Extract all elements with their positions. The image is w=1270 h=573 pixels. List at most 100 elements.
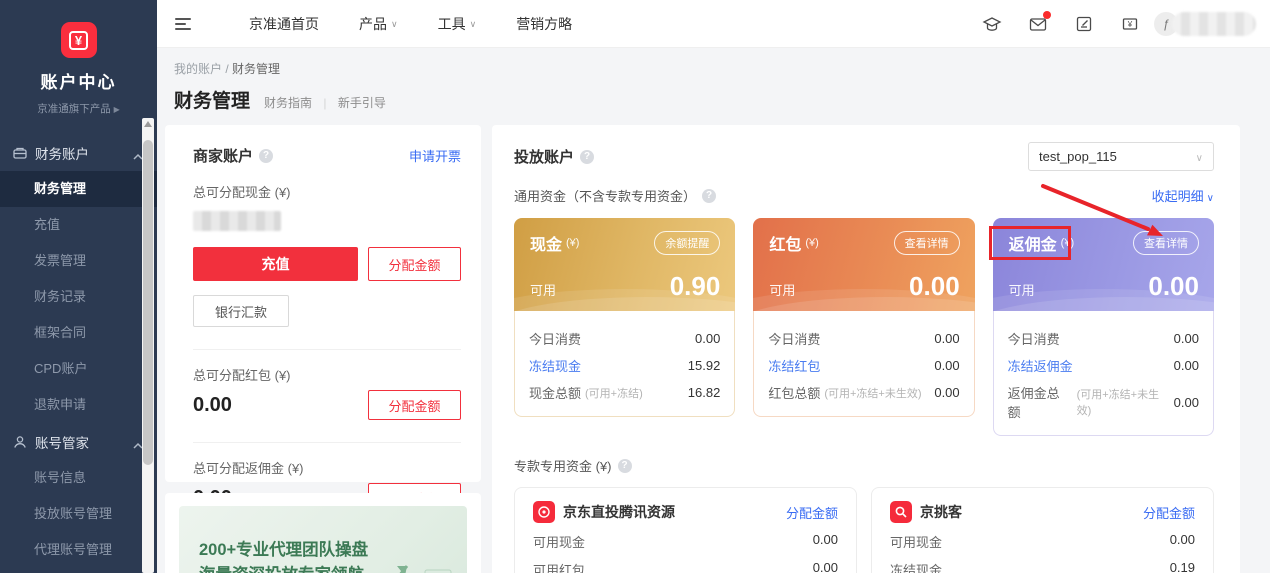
request-invoice-link[interactable]: 申请开票: [409, 146, 461, 165]
person-icon: [12, 434, 28, 450]
allocatable-cash-label: 总可分配现金 (¥): [193, 182, 461, 201]
view-details-button[interactable]: 查看详情: [894, 231, 960, 255]
merchant-account-title: 商家账户: [193, 145, 253, 166]
redpacket-fund-card: 红包 (¥) 查看详情 可用 0.00 今日消费0.00: [753, 218, 974, 436]
special-card-title: 京东直投腾讯资源: [563, 502, 786, 522]
allocate-cash-button[interactable]: 分配金额: [368, 247, 461, 281]
allocatable-redpacket-label: 总可分配红包 (¥): [193, 365, 461, 384]
cash-available-value: 0.90: [670, 271, 721, 302]
collapse-detail-link[interactable]: 收起明细: [1152, 186, 1214, 205]
balance-alert-button[interactable]: 余额提醒: [654, 231, 720, 255]
target-icon: [533, 501, 555, 523]
sidebar-item-finance-management[interactable]: 财务管理: [0, 171, 157, 207]
view-details-button[interactable]: 查看详情: [1133, 231, 1199, 255]
special-funds-label: 专款专用资金 (¥): [514, 456, 612, 475]
sidebar: ¥ 账户中心 京准通旗下产品 ▶ 财务账户 财务管理 充值 发票管理 财务记录 …: [0, 0, 157, 573]
help-icon[interactable]: [702, 189, 716, 203]
agent-promo-card: 200+专业代理团队操盘 海量资深投放专家领航 京牌代理助力您生意增长 投放无忧: [165, 493, 481, 573]
graduation-cap-icon[interactable]: [982, 14, 1002, 34]
beginner-guide-link[interactable]: 新手引导: [338, 96, 386, 110]
sidebar-item-account-authorization[interactable]: 账号授权: [0, 568, 157, 573]
allocate-amount-link[interactable]: 分配金额: [786, 503, 838, 522]
redpacket-card-title: 红包: [769, 231, 801, 255]
merchant-account-panel: 商家账户 申请开票 总可分配现金 (¥) 充值 分配金额 银行汇款 总可分配红包…: [165, 125, 481, 482]
triangle-right-icon: ▶: [114, 105, 120, 114]
sidebar-group-label: 账号管家: [35, 432, 133, 452]
menu-item-tools[interactable]: 工具∨: [438, 14, 477, 34]
user-account-menu[interactable]: ƒ: [1154, 12, 1256, 36]
sidebar-item-invoice-management[interactable]: 发票管理: [0, 243, 157, 279]
scroll-up-arrow-icon[interactable]: [144, 121, 152, 127]
sidebar-item-ad-account-management[interactable]: 投放账号管理: [0, 496, 157, 532]
magnifier-icon: [890, 501, 912, 523]
recharge-button[interactable]: 充值: [193, 247, 358, 281]
menu-item-marketing-strategy[interactable]: 营销方略: [516, 14, 572, 34]
unread-badge: [1043, 11, 1051, 19]
page-title: 财务管理: [174, 86, 250, 113]
svg-text:¥: ¥: [1127, 20, 1133, 29]
breadcrumb: 我的账户 / 财务管理: [165, 60, 1240, 77]
sidebar-group-account-manager[interactable]: 账号管家: [0, 423, 157, 460]
wallet-icon: [12, 145, 28, 161]
frozen-cash-link[interactable]: 冻结现金: [529, 356, 581, 375]
sidebar-item-finance-records[interactable]: 财务记录: [0, 279, 157, 315]
account-select-dropdown[interactable]: test_pop_115: [1028, 142, 1214, 171]
rebate-available-value: 0.00: [1148, 271, 1199, 302]
allocatable-rebate-label: 总可分配返佣金 (¥): [193, 458, 461, 477]
agent-promo-banner[interactable]: 200+专业代理团队操盘 海量资深投放专家领航 京牌代理助力您生意增长 投放无忧: [179, 506, 467, 573]
chevron-down-icon: ∨: [391, 19, 398, 30]
sidebar-item-recharge[interactable]: 充值: [0, 207, 157, 243]
cash-fund-card: 现金 (¥) 余额提醒 可用 0.90 今日消费0.00: [514, 218, 735, 436]
username-redacted: [1172, 12, 1256, 36]
frozen-redpacket-link[interactable]: 冻结红包: [768, 356, 820, 375]
chevron-down-icon: ∨: [470, 19, 477, 30]
selected-account: test_pop_115: [1039, 149, 1117, 164]
sidebar-item-refund-request[interactable]: 退款申请: [0, 387, 157, 423]
sidebar-item-agent-account-management[interactable]: 代理账号管理: [0, 532, 157, 568]
account-center-logo-icon: ¥: [61, 22, 97, 58]
report-icon[interactable]: [1074, 14, 1094, 34]
chevron-down-icon: [1196, 149, 1203, 164]
bank-transfer-button[interactable]: 银行汇款: [193, 295, 289, 327]
ad-account-panel: 投放账户 test_pop_115 通用资金（不含专款专用资金） 收起明细: [492, 125, 1240, 573]
special-card-title: 京挑客: [920, 502, 1143, 522]
finance-guide-link[interactable]: 财务指南: [264, 96, 312, 110]
main-content: 我的账户 / 财务管理 财务管理 财务指南 | 新手引导 商家账户 申请开票 总…: [157, 48, 1270, 573]
rebate-fund-card: 返佣金 (¥) 查看详情 可用 0.00 今日消费0.00: [993, 218, 1214, 436]
allocatable-cash-value-redacted: [193, 211, 281, 231]
scrollbar-thumb[interactable]: [143, 140, 153, 465]
growth-chart-illustration: [353, 554, 461, 573]
sidebar-subtitle[interactable]: 京准通旗下产品 ▶: [0, 101, 157, 116]
sidebar-title: 账户中心: [0, 68, 157, 93]
wallet-yen-icon[interactable]: ¥: [1120, 14, 1140, 34]
sidebar-item-cpd-account[interactable]: CPD账户: [0, 351, 157, 387]
main-menu: 京准通首页 产品∨ 工具∨ 营销方略: [249, 14, 572, 34]
ad-account-title: 投放账户: [514, 146, 574, 167]
jd-tencent-resource-card: 京东直投腾讯资源 分配金额 可用现金0.00 可用红包0.00 可用返佣金0.0…: [514, 487, 857, 573]
top-navigation-bar: 京准通首页 产品∨ 工具∨ 营销方略 ¥ ƒ: [157, 0, 1270, 48]
mail-icon[interactable]: [1028, 14, 1048, 34]
redpacket-available-value: 0.00: [909, 271, 960, 302]
yen-icon: ¥: [69, 31, 88, 50]
menu-item-products[interactable]: 产品∨: [359, 14, 398, 34]
sidebar-group-finance-account[interactable]: 财务账户: [0, 134, 157, 171]
breadcrumb-my-account[interactable]: 我的账户: [174, 62, 222, 76]
sidebar-group-label: 财务账户: [35, 143, 133, 163]
frozen-rebate-link[interactable]: 冻结返佣金: [1008, 356, 1073, 375]
sidebar-scrollbar[interactable]: [142, 118, 154, 573]
allocate-redpacket-button[interactable]: 分配金额: [368, 390, 461, 420]
help-icon[interactable]: [618, 459, 632, 473]
sidebar-item-account-info[interactable]: 账号信息: [0, 460, 157, 496]
general-funds-label: 通用资金（不含专款专用资金）: [514, 186, 696, 205]
sidebar-item-framework-contract[interactable]: 框架合同: [0, 315, 157, 351]
cash-card-title: 现金: [530, 231, 562, 255]
collapse-menu-icon[interactable]: [175, 15, 191, 33]
menu-item-home[interactable]: 京准通首页: [249, 14, 319, 34]
breadcrumb-finance-management: 财务管理: [232, 62, 280, 76]
chevron-down-icon: [1204, 189, 1214, 204]
help-icon[interactable]: [580, 150, 594, 164]
jingtaoke-card: 京挑客 分配金额 可用现金0.00 冻结现金0.19 昨日扣费0.00: [871, 487, 1214, 573]
rebate-card-title: 返佣金: [1009, 231, 1057, 255]
allocate-amount-link[interactable]: 分配金额: [1143, 503, 1195, 522]
help-icon[interactable]: [259, 149, 273, 163]
